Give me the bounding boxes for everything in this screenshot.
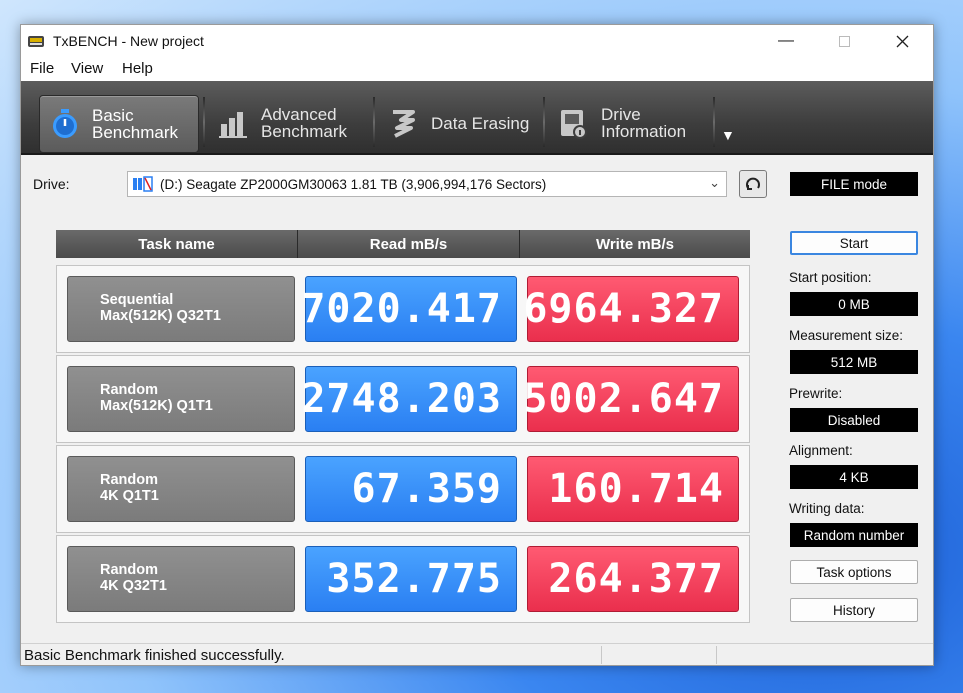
start-button[interactable]: Start xyxy=(790,231,918,255)
tab-label-line2: Information xyxy=(601,122,687,141)
alignment-field[interactable]: 4 KB xyxy=(790,465,918,489)
refresh-drives-button[interactable] xyxy=(739,170,767,198)
toolbar-separator xyxy=(373,97,375,147)
history-button[interactable]: History xyxy=(790,598,918,622)
start-position-field[interactable]: 0 MB xyxy=(790,292,918,316)
tab-data-erasing[interactable]: Data Erasing xyxy=(379,95,541,151)
status-divider xyxy=(601,646,602,664)
header-read: Read mB/s xyxy=(298,230,520,258)
menu-help[interactable]: Help xyxy=(122,60,153,77)
tab-label-line1: Advanced xyxy=(261,105,337,124)
menu-bar: File View Help xyxy=(21,57,933,81)
chevron-down-icon: ▼ xyxy=(721,127,735,143)
task-name-line2: 4K Q32T1 xyxy=(100,578,167,594)
header-write: Write mB/s xyxy=(520,230,750,258)
menu-file[interactable]: File xyxy=(30,60,54,77)
task-name-line1: Random xyxy=(100,562,158,578)
measurement-size-field[interactable]: 512 MB xyxy=(790,350,918,374)
alignment-label: Alignment: xyxy=(789,443,853,458)
refresh-icon xyxy=(746,177,760,190)
drive-select[interactable]: (D:) Seagate ZP2000GM30063 1.81 TB (3,90… xyxy=(127,171,727,197)
table-row: Random 4K Q32T1 352.775 264.377 xyxy=(56,535,750,623)
close-button[interactable] xyxy=(879,25,925,57)
drive-label: Drive: xyxy=(33,176,70,192)
window-title: TxBENCH - New project xyxy=(53,33,204,49)
prewrite-field[interactable]: Disabled xyxy=(790,408,918,432)
tab-basic-benchmark[interactable]: Basic Benchmark xyxy=(39,95,199,153)
title-bar: TxBENCH - New project — xyxy=(21,25,933,57)
drive-select-value: (D:) Seagate ZP2000GM30063 1.81 TB (3,90… xyxy=(160,176,547,192)
stopwatch-icon xyxy=(53,109,77,138)
minimize-icon: — xyxy=(778,32,794,49)
maximize-button[interactable] xyxy=(821,25,867,57)
table-row: Sequential Max(512K) Q32T1 7020.417 6964… xyxy=(56,265,750,353)
app-logo-icon xyxy=(28,36,44,47)
tab-label-line2: Benchmark xyxy=(261,122,347,141)
table-row: Random Max(512K) Q1T1 2748.203 5002.647 xyxy=(56,355,750,443)
task-name-line1: Random xyxy=(100,382,158,398)
task-options-button[interactable]: Task options xyxy=(790,560,918,584)
status-text: Basic Benchmark finished successfully. xyxy=(24,647,285,664)
table-row: Random 4K Q1T1 67.359 160.714 xyxy=(56,445,750,533)
close-icon xyxy=(896,35,908,47)
write-value: 6964.327 xyxy=(523,276,739,342)
tab-advanced-benchmark[interactable]: Advanced Benchmark xyxy=(209,95,371,151)
write-value: 264.377 xyxy=(527,546,739,612)
task-name-line2: Max(512K) Q1T1 xyxy=(100,398,213,414)
read-value: 352.775 xyxy=(305,546,517,612)
task-button[interactable]: Random Max(512K) Q1T1 xyxy=(67,366,295,432)
tab-label-line1: Basic xyxy=(92,106,134,125)
measurement-size-label: Measurement size: xyxy=(789,328,904,343)
read-value: 2748.203 xyxy=(301,366,517,432)
chevron-down-icon: ⌄ xyxy=(709,175,720,190)
tab-label-line2: Benchmark xyxy=(92,123,178,142)
toolbar-more-button[interactable]: ▼ xyxy=(721,127,735,143)
bar-chart-icon xyxy=(219,112,247,138)
header-task-name: Task name xyxy=(56,230,298,258)
tab-drive-information[interactable]: Drive Information xyxy=(549,95,711,151)
app-window: TxBENCH - New project — File View Help B… xyxy=(20,24,934,666)
tab-label-line1: Drive xyxy=(601,105,641,124)
task-button[interactable]: Sequential Max(512K) Q32T1 xyxy=(67,276,295,342)
task-button[interactable]: Random 4K Q32T1 xyxy=(67,546,295,612)
drive-icon xyxy=(133,176,153,192)
read-value: 7020.417 xyxy=(301,276,517,342)
status-divider xyxy=(716,646,717,664)
write-value: 5002.647 xyxy=(523,366,739,432)
minimize-button[interactable]: — xyxy=(763,25,809,57)
writing-data-label: Writing data: xyxy=(789,501,865,516)
writing-data-field[interactable]: Random number xyxy=(790,523,918,547)
status-bar: Basic Benchmark finished successfully. xyxy=(21,643,933,665)
task-button[interactable]: Random 4K Q1T1 xyxy=(67,456,295,522)
task-name-line2: 4K Q1T1 xyxy=(100,488,159,504)
menu-view[interactable]: View xyxy=(71,60,103,77)
tab-label-line1: Data Erasing xyxy=(431,113,530,133)
prewrite-label: Prewrite: xyxy=(789,386,843,401)
eraser-icon xyxy=(393,110,415,138)
toolbar-separator xyxy=(543,97,545,147)
read-value: 67.359 xyxy=(305,456,517,522)
task-name-line2: Max(512K) Q32T1 xyxy=(100,308,221,324)
drive-info-icon xyxy=(561,110,587,139)
task-name-line1: Sequential xyxy=(100,292,174,308)
toolbar-separator xyxy=(203,97,205,147)
main-toolbar: Basic Benchmark Advanced Benchmark Data … xyxy=(21,81,933,155)
start-position-label: Start position: xyxy=(789,270,872,285)
toolbar-separator xyxy=(713,97,715,147)
task-name-line1: Random xyxy=(100,472,158,488)
maximize-icon xyxy=(838,35,850,47)
file-mode-indicator[interactable]: FILE mode xyxy=(790,172,918,196)
write-value: 160.714 xyxy=(527,456,739,522)
